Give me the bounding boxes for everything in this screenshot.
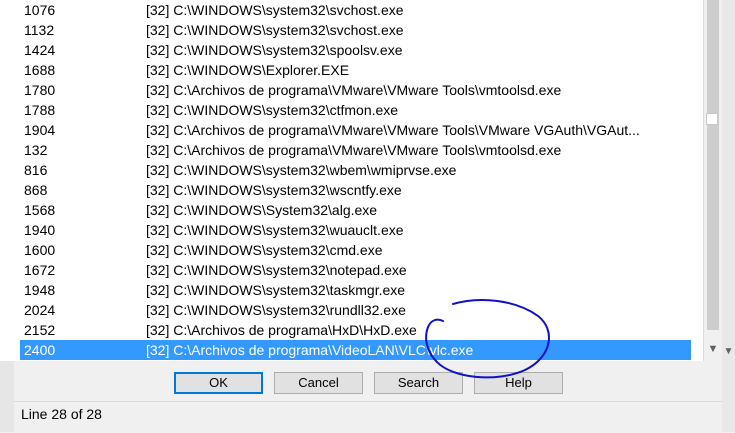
list-item[interactable]: 132 [32] C:\Archivos de programa\VMware\… — [20, 140, 691, 160]
process-path: [32] C:\WINDOWS\system32\rundll32.exe — [146, 302, 406, 318]
process-id: 132 — [24, 142, 48, 158]
process-path: [32] C:\WINDOWS\system32\ctfmon.exe — [146, 102, 399, 118]
process-list[interactable]: 1076 [32] C:\WINDOWS\system32\svchost.ex… — [0, 0, 703, 361]
process-id: 1424 — [24, 42, 56, 58]
status-line-counter: Line 28 of 28 — [21, 406, 102, 422]
process-id: 1780 — [24, 82, 56, 98]
process-id: 1948 — [24, 282, 56, 298]
process-path: [32] C:\WINDOWS\system32\wscntfy.exe — [146, 182, 402, 198]
process-path: [32] C:\WINDOWS\System32\alg.exe — [146, 202, 378, 218]
status-bar: Line 28 of 28 — [14, 401, 722, 433]
list-item[interactable]: 1132 [32] C:\WINDOWS\system32\svchost.ex… — [20, 20, 691, 40]
process-path: [32] C:\Archivos de programa\VMware\VMwa… — [146, 122, 640, 138]
cancel-button[interactable]: Cancel — [274, 372, 363, 394]
scroll-position-marker — [706, 113, 718, 125]
process-id: 868 — [24, 182, 48, 198]
process-id: 1904 — [24, 122, 56, 138]
list-item-selected[interactable]: 2400 [32] C:\Archivos de programa\VideoL… — [20, 340, 691, 360]
process-path: [32] C:\WINDOWS\system32\notepad.exe — [146, 262, 407, 278]
list-item[interactable]: 1672 [32] C:\WINDOWS\system32\notepad.ex… — [20, 260, 691, 280]
scrollbar-thumb[interactable] — [707, 0, 719, 330]
list-item[interactable]: 1076 [32] C:\WINDOWS\system32\svchost.ex… — [20, 0, 691, 20]
list-item[interactable]: 1600 [32] C:\WINDOWS\system32\cmd.exe — [20, 240, 691, 260]
list-item[interactable]: 1424 [32] C:\WINDOWS\system32\spoolsv.ex… — [20, 40, 691, 60]
process-id: 1940 — [24, 222, 56, 238]
list-item[interactable]: 2024 [32] C:\WINDOWS\system32\rundll32.e… — [20, 300, 691, 320]
process-path: [32] C:\WINDOWS\system32\cmd.exe — [146, 242, 383, 258]
process-path: [32] C:\WINDOWS\system32\wbem\wmiprvse.e… — [146, 162, 457, 178]
process-path: [32] C:\Archivos de programa\VideoLAN\VL… — [146, 342, 474, 358]
process-path: [32] C:\Archivos de programa\VMware\VMwa… — [146, 82, 562, 98]
process-path: [32] C:\Archivos de programa\VMware\VMwa… — [146, 142, 562, 158]
list-item[interactable]: 1688 [32] C:\WINDOWS\Explorer.EXE — [20, 60, 691, 80]
search-button[interactable]: Search — [374, 372, 463, 394]
parent-window-scrollbar[interactable]: ▼ — [722, 0, 735, 432]
process-id: 2024 — [24, 302, 56, 318]
process-id: 2152 — [24, 322, 56, 338]
ok-button[interactable]: OK — [174, 372, 263, 394]
process-path: [32] C:\WINDOWS\system32\spoolsv.exe — [146, 42, 403, 58]
process-path: [32] C:\WINDOWS\system32\wuauclt.exe — [146, 222, 404, 238]
list-item[interactable]: 1904 [32] C:\Archivos de programa\VMware… — [20, 120, 691, 140]
help-button[interactable]: Help — [474, 372, 563, 394]
process-path: [32] C:\Archivos de programa\HxD\HxD.exe — [146, 322, 417, 338]
vertical-scrollbar[interactable]: ▼ — [703, 0, 722, 361]
process-id: 1688 — [24, 62, 56, 78]
list-item[interactable]: 1568 [32] C:\WINDOWS\System32\alg.exe — [20, 200, 691, 220]
list-item[interactable]: 1948 [32] C:\WINDOWS\system32\taskmgr.ex… — [20, 280, 691, 300]
process-path: [32] C:\WINDOWS\system32\svchost.exe — [146, 22, 404, 38]
process-id: 1600 — [24, 242, 56, 258]
button-bar: OK Cancel Search Help — [14, 361, 722, 401]
process-id: 1076 — [24, 2, 56, 18]
process-id: 1672 — [24, 262, 56, 278]
parent-window-edge — [0, 361, 14, 432]
process-path: [32] C:\WINDOWS\Explorer.EXE — [146, 62, 350, 78]
process-id: 1568 — [24, 202, 56, 218]
list-item[interactable]: 1788 [32] C:\WINDOWS\system32\ctfmon.exe — [20, 100, 691, 120]
scroll-down-arrow-icon[interactable]: ▼ — [704, 340, 722, 358]
process-path: [32] C:\WINDOWS\system32\taskmgr.exe — [146, 282, 406, 298]
list-item[interactable]: 2152 [32] C:\Archivos de programa\HxD\Hx… — [20, 320, 691, 340]
process-id: 1132 — [24, 22, 55, 38]
list-item[interactable]: 816 [32] C:\WINDOWS\system32\wbem\wmiprv… — [20, 160, 691, 180]
list-item[interactable]: 1940 [32] C:\WINDOWS\system32\wuauclt.ex… — [20, 220, 691, 240]
process-id: 2400 — [24, 342, 56, 358]
list-item[interactable]: 868 [32] C:\WINDOWS\system32\wscntfy.exe — [20, 180, 691, 200]
chevron-down-icon[interactable]: ▼ — [722, 346, 735, 357]
list-item[interactable]: 1780 [32] C:\Archivos de programa\VMware… — [20, 80, 691, 100]
process-id: 1788 — [24, 102, 56, 118]
process-path: [32] C:\WINDOWS\system32\svchost.exe — [146, 2, 404, 18]
process-id: 816 — [24, 162, 48, 178]
